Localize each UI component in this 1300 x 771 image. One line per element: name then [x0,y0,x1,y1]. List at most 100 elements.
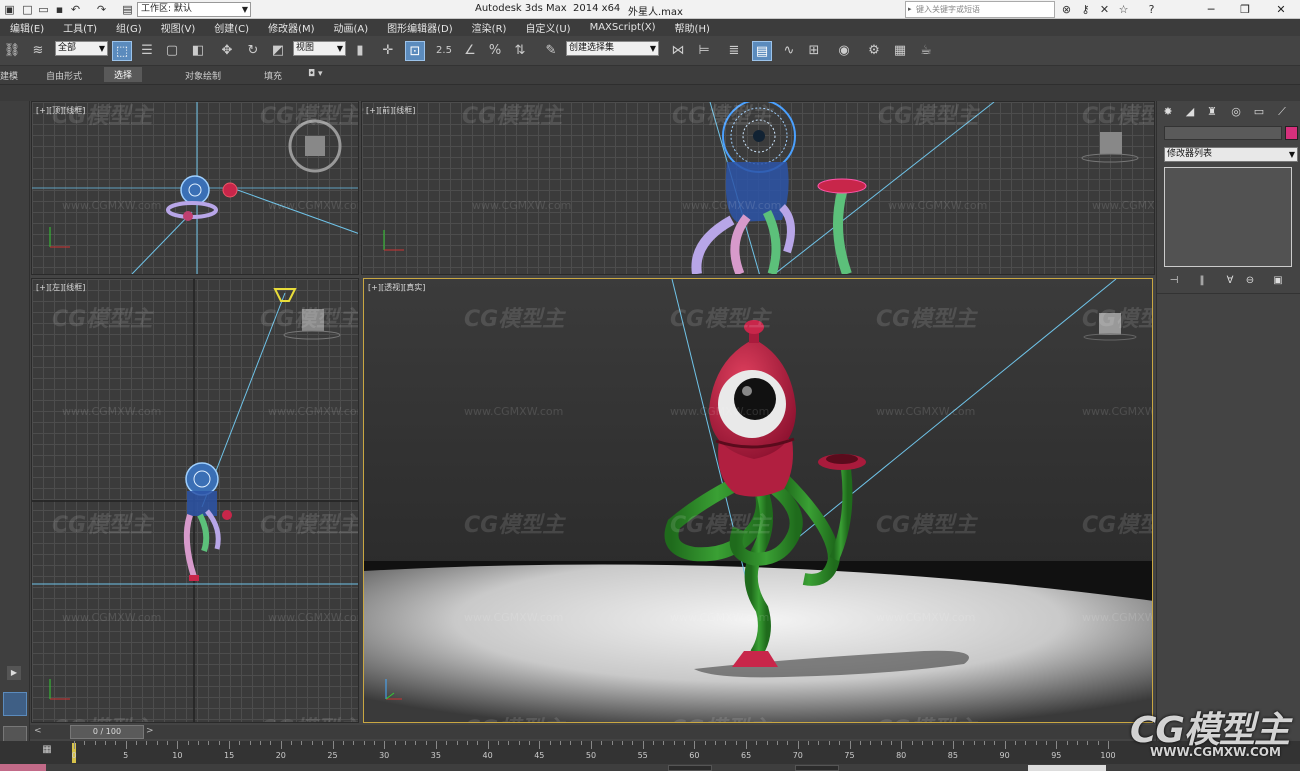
viewport-top[interactable]: [+][顶][线框] CG模型主 CG模型主 www.CGMXW.com www… [31,101,359,275]
object-color-swatch[interactable] [1285,126,1298,140]
remove-modifier-icon[interactable]: ⊖ [1241,274,1259,288]
close-button[interactable]: ✕ [1264,0,1298,19]
app-menu-icon[interactable]: ▣ [2,2,17,17]
time-slider[interactable]: < 0 / 100 > [30,725,1156,739]
viewport-label[interactable]: [+][透视][真实] [368,282,425,293]
expand-arrow-icon[interactable]: ▶ [7,666,21,680]
rendered-frame-icon[interactable]: ▦ [890,41,910,61]
save-icon[interactable]: ▪ [52,2,67,17]
menu-customize[interactable]: 自定义(U) [525,20,570,35]
menu-create[interactable]: 创建(C) [214,20,249,35]
motion-icon[interactable]: ◎ [1227,104,1245,120]
utilities-icon[interactable]: ⟋ [1273,104,1291,120]
select-by-name-icon[interactable]: ☰ [137,41,157,61]
link-icon[interactable]: ⛓ [2,41,22,61]
ribbon-tab-populate[interactable]: 填充 [264,69,282,82]
undo-icon[interactable]: ↶ [68,2,83,17]
percent-snap-icon[interactable]: % [485,41,505,61]
rotate-icon[interactable]: ↻ [243,41,263,61]
select-manipulate-icon[interactable]: ✛ [378,41,398,61]
help-icon[interactable]: ? [1144,2,1159,17]
graphite-toggle-icon[interactable]: ▤ [752,41,772,61]
maxscript-listener[interactable] [0,764,46,771]
show-end-result-icon[interactable]: ‖ [1193,274,1211,288]
layer-manager-icon[interactable]: ≣ [724,41,744,61]
edit-named-sel-icon[interactable]: ✎ [541,41,561,61]
angle-snap-icon[interactable]: ∠ [460,41,480,61]
modifier-list-dropdown[interactable]: 修改器列表 ▼ [1164,147,1298,162]
viewport-label[interactable]: [+][左][线框] [36,282,85,293]
binoculars-icon[interactable]: ⊗ [1059,2,1074,17]
redo-icon[interactable]: ↷ [94,2,109,17]
ribbon-tab-modeling[interactable]: 建模 [0,69,18,82]
x-coord-field[interactable] [668,765,712,771]
create-icon[interactable]: ✸ [1159,104,1177,120]
modify-icon[interactable]: ◢ [1181,104,1199,120]
prev-frame-icon[interactable]: < [34,726,42,736]
project-folder-icon[interactable]: ▤ [120,2,135,17]
snap-toggle-icon[interactable]: 2.5 [434,41,454,61]
make-unique-icon[interactable]: ∀ [1221,274,1239,288]
named-selection-dropdown[interactable]: 创建选择集 ▼ [566,41,659,56]
new-file-icon[interactable]: □ [20,2,35,17]
hierarchy-icon[interactable]: ♜ [1203,104,1221,120]
pin-stack-icon[interactable]: ⊣ [1165,274,1183,288]
object-name-field[interactable] [1164,126,1282,140]
workspace-dropdown[interactable]: 工作区: 默认 ▼ [137,2,251,17]
menu-modifiers[interactable]: 修改器(M) [268,20,314,35]
viewport-front[interactable]: [+][前][线框] CG模型主 CG模型主 CG模型主 CG模型主 CG模型主… [361,101,1155,275]
menu-rendering[interactable]: 渲染(R) [472,20,507,35]
display-icon[interactable]: ▭ [1250,104,1268,120]
menu-views[interactable]: 视图(V) [161,20,196,35]
mini-curve-editor-icon[interactable]: ▦ [40,744,54,758]
use-pivot-icon[interactable]: ▮ [350,41,370,61]
move-icon[interactable]: ✥ [217,41,237,61]
star-icon[interactable]: ☆ [1116,2,1131,17]
menu-graph-editors[interactable]: 图形编辑器(D) [387,20,453,35]
window-crossing-icon[interactable]: ◧ [188,41,208,61]
minimize-button[interactable]: ─ [1194,0,1228,19]
curve-editor-icon[interactable]: ∿ [779,41,799,61]
spinner-snap-icon[interactable]: ⇅ [510,41,530,61]
render-icon[interactable]: ☕ [916,41,936,61]
scale-icon[interactable]: ◩ [268,41,288,61]
viewport-label[interactable]: [+][顶][线框] [36,105,85,116]
track-bar[interactable]: ▦ 0 5 10 15 20 25 30 35 40 45 50 55 60 65 70 75 80 85 90 95… [0,741,1300,764]
keyboard-shortcut-icon[interactable]: ⊡ [405,41,425,61]
layout-four-viewports-icon[interactable] [3,692,27,716]
reference-coord-dropdown[interactable]: 视图 ▼ [293,41,346,56]
render-setup-icon[interactable]: ⚙ [864,41,884,61]
time-slider-handle[interactable]: 0 / 100 [70,725,144,739]
bind-spacewarp-icon[interactable]: ≋ [28,41,48,61]
ribbon-tab-object-paint[interactable]: 对象绘制 [185,69,221,82]
menu-edit[interactable]: 编辑(E) [10,20,44,35]
selection-set-field[interactable] [1028,765,1106,771]
menu-maxscript[interactable]: MAXScript(X) [590,22,656,33]
schematic-view-icon[interactable]: ⊞ [804,41,824,61]
key-icon[interactable]: ⚷ [1078,2,1093,17]
menu-tools[interactable]: 工具(T) [63,20,97,35]
select-object-icon[interactable]: ⬚ [112,41,132,61]
selection-filter-dropdown[interactable]: 全部 ▼ [55,41,108,56]
ribbon-options-icon[interactable]: ◘ ▾ [308,69,323,79]
next-frame-icon[interactable]: > [146,726,154,736]
rect-region-icon[interactable]: ▢ [162,41,182,61]
y-coord-field[interactable] [795,765,839,771]
help-search-input[interactable]: ▸ 键入关键字或短语 [905,1,1055,18]
mirror-icon[interactable]: ⋈ [668,41,688,61]
modifier-stack-list[interactable] [1164,167,1292,267]
viewport-left[interactable]: [+][左][线框] CG模型主 CG模型主 CG模型主 CG模型主 CG模型主… [31,278,359,723]
menu-group[interactable]: 组(G) [116,20,142,35]
menu-help[interactable]: 帮助(H) [675,20,710,35]
ribbon-tab-selection[interactable]: 选择 [104,67,143,82]
viewport-perspective[interactable]: [+][透视][真实] CG模型主 CG模型主 CG模型主 CG模型主 CG模型… [363,278,1153,723]
material-editor-icon[interactable]: ◉ [834,41,854,61]
viewport-label[interactable]: [+][前][线框] [366,105,415,116]
align-icon[interactable]: ⊨ [694,41,714,61]
configure-sets-icon[interactable]: ▣ [1269,274,1287,288]
open-folder-icon[interactable]: ▭ [36,2,51,17]
tools-icon[interactable]: ✕ [1097,2,1112,17]
menu-animation[interactable]: 动画(A) [334,20,369,35]
ribbon-tab-freeform[interactable]: 自由形式 [46,69,82,82]
restore-button[interactable]: ❐ [1228,0,1262,19]
